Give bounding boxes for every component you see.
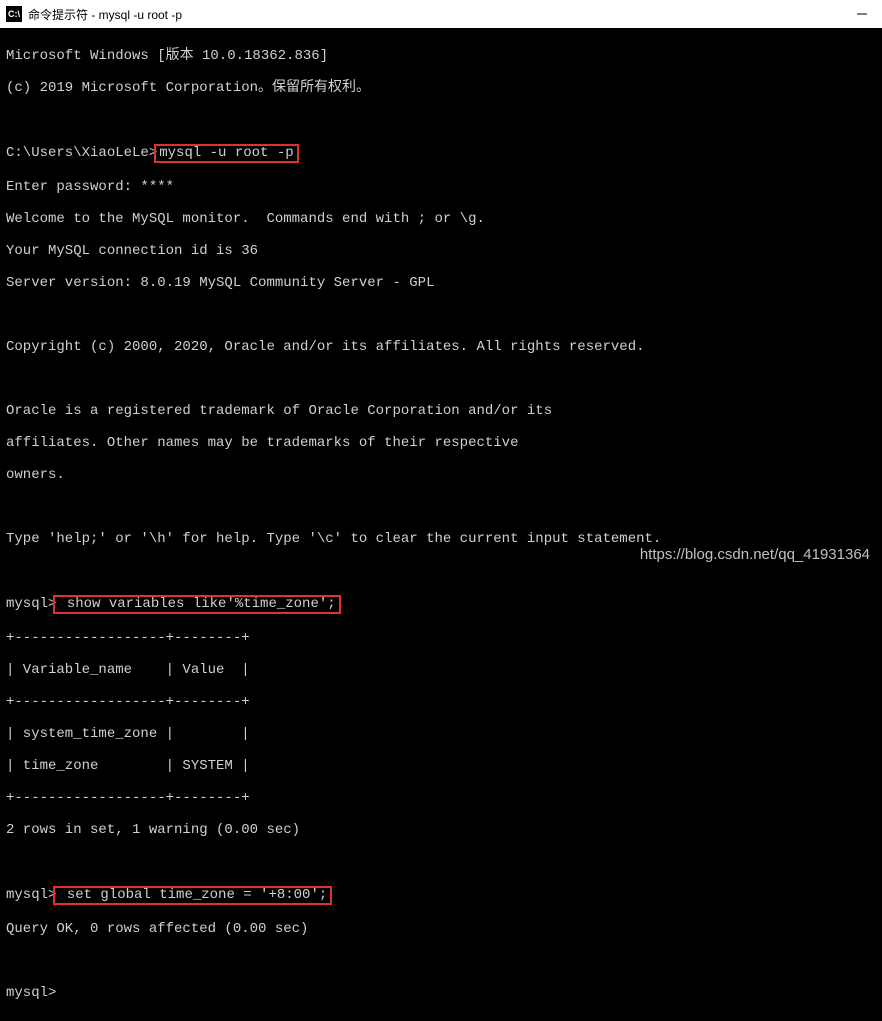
query-ok-line: Query OK, 0 rows affected (0.00 sec)	[6, 921, 876, 937]
table-border: +------------------+--------+	[6, 790, 876, 806]
password-line: Enter password: ****	[6, 179, 876, 195]
window-title: 命令提示符 - mysql -u root -p	[28, 6, 854, 23]
blank-line	[6, 563, 876, 579]
help-line: Type 'help;' or '\h' for help. Type '\c'…	[6, 531, 876, 547]
win-version-line: Microsoft Windows [版本 10.0.18362.836]	[6, 48, 876, 64]
trademark-line-1: Oracle is a registered trademark of Orac…	[6, 403, 876, 419]
table-border: +------------------+--------+	[6, 630, 876, 646]
rows-summary-line: 2 rows in set, 1 warning (0.00 sec)	[6, 822, 876, 838]
mysql-prompt: mysql>	[6, 596, 56, 612]
terminal-output[interactable]: Microsoft Windows [版本 10.0.18362.836] (c…	[0, 28, 882, 1021]
highlighted-command-3: set global time_zone = '+8:00';	[53, 886, 332, 905]
mysql-prompt-idle: mysql>	[6, 985, 876, 1001]
prompt-path: C:\Users\XiaoLeLe>	[6, 145, 157, 161]
set-tz-command-line: mysql> set global time_zone = '+8:00';	[6, 886, 876, 905]
blank-line	[6, 307, 876, 323]
blank-line	[6, 953, 876, 969]
login-command-line: C:\Users\XiaoLeLe>mysql -u root -p	[6, 144, 876, 163]
trademark-line-2: affiliates. Other names may be trademark…	[6, 435, 876, 451]
blank-line	[6, 499, 876, 515]
blank-line	[6, 112, 876, 128]
table-row: | system_time_zone | |	[6, 726, 876, 742]
show-vars-command-line: mysql> show variables like'%time_zone';	[6, 595, 876, 614]
highlighted-command-2: show variables like'%time_zone';	[53, 595, 340, 614]
table-border: +------------------+--------+	[6, 694, 876, 710]
window-titlebar: C:\ 命令提示符 - mysql -u root -p	[0, 0, 882, 28]
table-row: | time_zone | SYSTEM |	[6, 758, 876, 774]
watermark-text: https://blog.csdn.net/qq_41931364	[640, 546, 870, 563]
mysql-prompt: mysql>	[6, 887, 56, 903]
minimize-button[interactable]	[854, 6, 870, 22]
welcome-line: Welcome to the MySQL monitor. Commands e…	[6, 211, 876, 227]
conn-id-line: Your MySQL connection id is 36	[6, 243, 876, 259]
win-copyright-line: (c) 2019 Microsoft Corporation。保留所有权利。	[6, 80, 876, 96]
cmd-icon: C:\	[6, 6, 22, 22]
table-header: | Variable_name | Value |	[6, 662, 876, 678]
trademark-line-3: owners.	[6, 467, 876, 483]
blank-line	[6, 854, 876, 870]
server-version-line: Server version: 8.0.19 MySQL Community S…	[6, 275, 876, 291]
blank-line	[6, 371, 876, 387]
highlighted-command-1: mysql -u root -p	[154, 144, 298, 163]
oracle-copyright-line: Copyright (c) 2000, 2020, Oracle and/or …	[6, 339, 876, 355]
